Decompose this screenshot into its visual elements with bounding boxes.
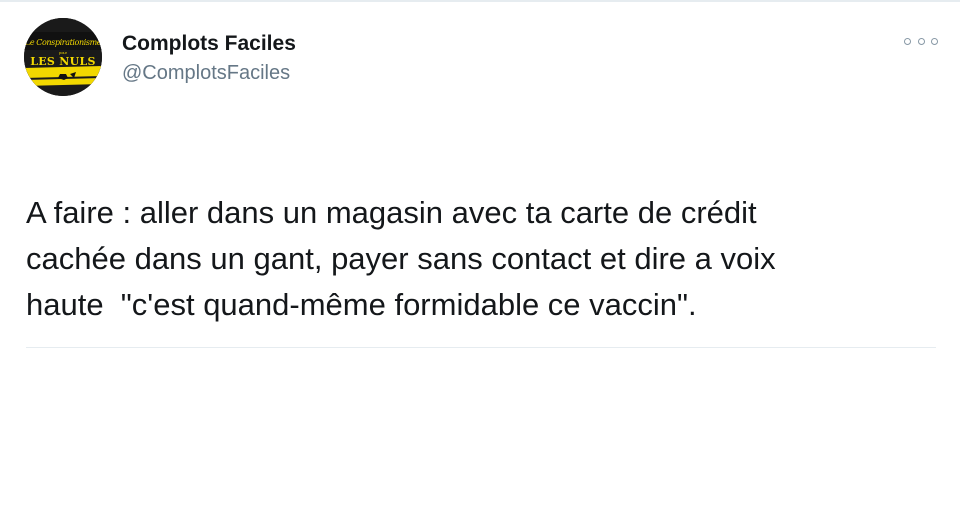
author-handle[interactable]: @ComplotsFaciles	[122, 62, 290, 85]
avatar-text-top: Le Conspirationisme	[24, 38, 102, 47]
author-avatar[interactable]: Le Conspirationisme pour LES NULS	[24, 18, 102, 96]
tweet-card: Le Conspirationisme pour LES NULS Complo…	[0, 2, 960, 514]
avatar-text-main: LES NULS	[30, 55, 96, 68]
tweet-text: A faire : aller dans un magasin avec ta …	[26, 195, 776, 322]
more-dot	[931, 37, 938, 45]
more-dot	[904, 37, 911, 45]
more-dot	[917, 37, 925, 45]
divider	[26, 347, 936, 348]
author-display-name[interactable]: Complots Faciles	[122, 32, 296, 56]
more-options-icon[interactable]	[904, 34, 938, 48]
